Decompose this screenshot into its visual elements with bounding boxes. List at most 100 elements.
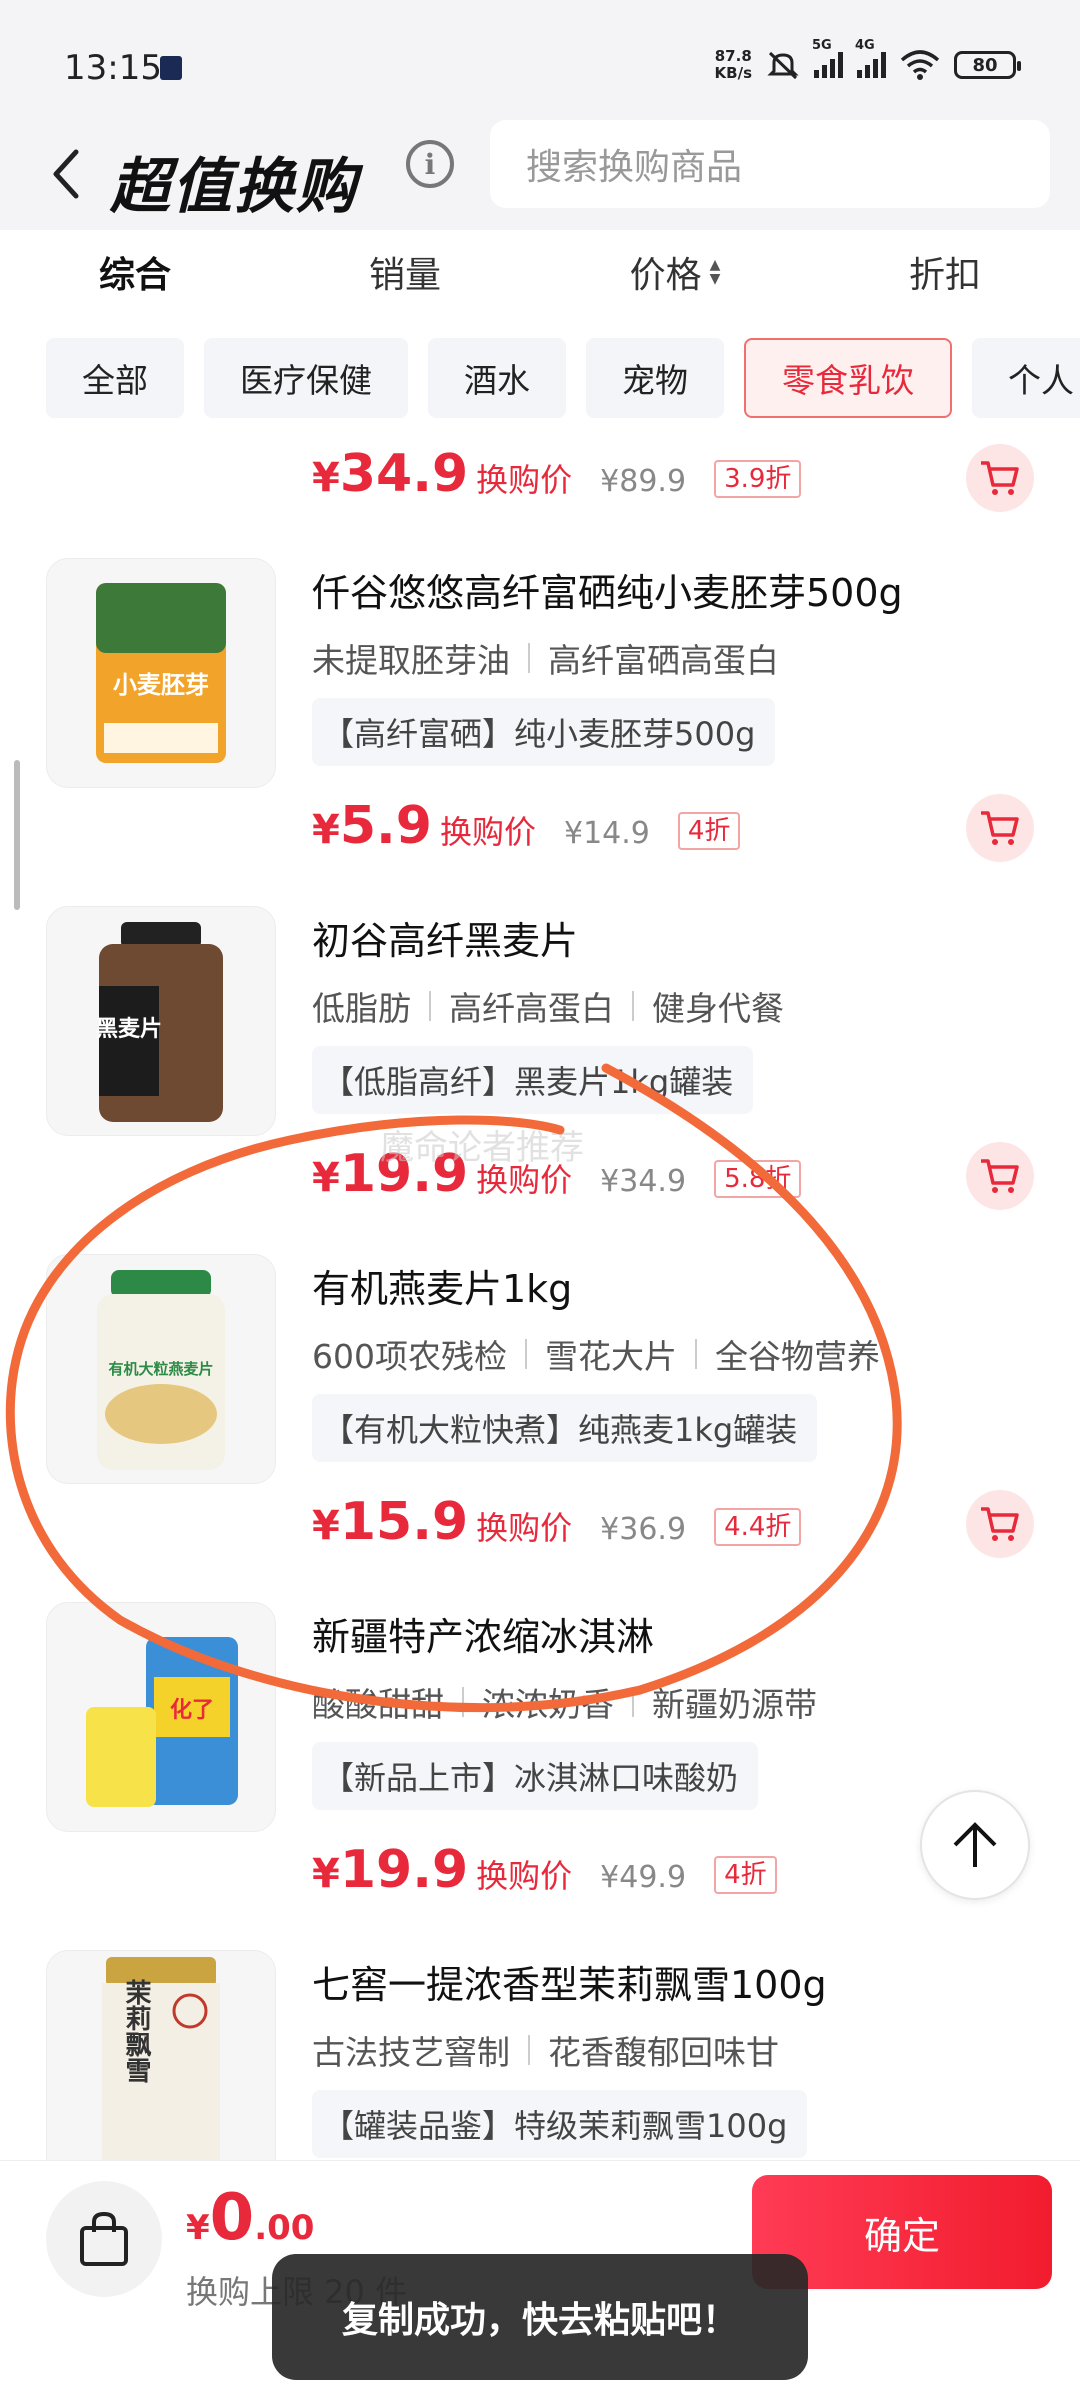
product-promo: 【新品上市】冰淇淋口味酸奶 (312, 1742, 759, 1810)
cart-icon (981, 811, 1019, 845)
product-tag: 高纤富硒高蛋白 (548, 641, 779, 680)
product-image-text: 小麦胚芽 (113, 671, 209, 699)
product-tag: 全谷物营养 (715, 1337, 880, 1376)
product-tag: 未提取胚芽油 (312, 641, 510, 680)
add-to-cart-button[interactable] (966, 444, 1034, 512)
original-price: ¥14.9 (563, 816, 650, 851)
signal-5g-label: 5G (812, 38, 832, 53)
list-item-partial: ¥ 34.9 换购价 ¥89.9 3.9折 (0, 430, 1080, 526)
product-promo: 【高纤富硒】纯小麦胚芽500g (312, 698, 776, 766)
add-to-cart-button[interactable] (966, 794, 1034, 862)
sort-toggle-icon: ▲ ▼ (709, 257, 721, 287)
shopping-bag-icon (80, 2211, 128, 2266)
signal-4g-label: 4G (855, 38, 875, 53)
product-tags: 古法技艺窨制 花香馥郁回味甘 (312, 2026, 779, 2074)
add-to-cart-button[interactable] (966, 1142, 1034, 1210)
page-title: 超值换购 (110, 152, 358, 222)
product-tag: 古法技艺窨制 (312, 2033, 510, 2072)
product-image: 黑麦片 (46, 906, 276, 1136)
category-chip-medical[interactable]: 医疗保健 (204, 338, 408, 418)
status-bar: 13:15 87.8 KB/s 5G 4G 80 (0, 0, 1080, 120)
status-time: 13:15 (64, 48, 162, 88)
price-symbol: ¥ (312, 807, 340, 853)
list-item[interactable]: 黑麦片 初谷高纤黑麦片 低脂肪 高纤高蛋白 健身代餐 【低脂高纤】黑麦片1kg罐装 … (0, 906, 1080, 1254)
discount-badge: 5.8折 (714, 1160, 802, 1198)
product-name: 新疆特产浓缩冰淇淋 (312, 1615, 655, 1659)
product-name: 七窖一提浓香型茉莉飘雪100g (312, 1963, 827, 2007)
exchange-price-label: 换购价 (439, 813, 536, 851)
category-chip-liquor[interactable]: 酒水 (428, 338, 566, 418)
add-to-cart-button[interactable] (966, 1490, 1034, 1558)
exchange-price: 5.9 (339, 796, 432, 856)
product-tag: 高纤高蛋白 (449, 989, 614, 1028)
cart-icon (981, 1159, 1019, 1193)
product-tag: 低脂肪 (312, 989, 411, 1028)
total-price-decimal: .00 (254, 2208, 315, 2248)
product-package-image: 茉莉飘雪 (102, 1957, 220, 2160)
category-chips: 全部 医疗保健 酒水 宠物 零食乳饮 个人 (0, 338, 1080, 422)
price-symbol: ¥ (312, 1503, 340, 1549)
back-to-top-button[interactable] (920, 1790, 1030, 1900)
watermark: 魔命论者推荐 (380, 1128, 584, 1168)
category-chip-personal[interactable]: 个人 (972, 338, 1080, 418)
product-tag: 健身代餐 (652, 989, 784, 1028)
category-chip-pet[interactable]: 宠物 (586, 338, 724, 418)
product-image: 化了 (46, 1602, 276, 1832)
list-item[interactable]: 有机大粒燕麦片 有机燕麦片1kg 600项农残检 雪花大片 全谷物营养 【有机大粒快… (0, 1254, 1080, 1602)
cart-icon (981, 461, 1019, 495)
list-item[interactable]: 小麦胚芽 仟谷悠悠高纤富硒纯小麦胚芽500g 未提取胚芽油 高纤富硒高蛋白 【高纤… (0, 558, 1080, 906)
sort-comprehensive[interactable]: 综合 (0, 230, 270, 314)
back-arrow-icon[interactable] (46, 144, 86, 204)
product-image-text: 黑麦片 (96, 1016, 162, 1042)
search-placeholder: 搜索换购商品 (526, 147, 743, 188)
exchange-price: 15.9 (339, 1492, 469, 1552)
network-speed: 87.8 KB/s (715, 48, 752, 82)
sort-label: 折扣 (908, 255, 981, 296)
status-indicators: 87.8 KB/s 5G 4G 80 (715, 38, 1021, 82)
category-chip-snacks[interactable]: 零食乳饮 (744, 338, 952, 418)
discount-badge: 3.9折 (714, 460, 802, 498)
info-icon[interactable]: i (406, 140, 454, 188)
list-item[interactable]: 化了 新疆特产浓缩冰淇淋 酸酸甜甜 浓浓奶香 新疆奶源带 【新品上市】冰淇淋口味酸奶… (0, 1602, 1080, 1950)
bag-icon[interactable] (46, 2181, 162, 2297)
scroll-indicator[interactable] (14, 760, 20, 910)
product-tag: 花香馥郁回味甘 (548, 2033, 779, 2072)
wifi-icon (900, 50, 940, 80)
product-tag: 新疆奶源带 (652, 1685, 817, 1724)
product-tag: 酸酸甜甜 (312, 1685, 444, 1724)
discount-badge: 4.4折 (714, 1508, 802, 1546)
product-tag: 600项农残检 (312, 1337, 507, 1376)
exchange-price: 34.9 (339, 444, 469, 504)
sort-price[interactable]: 价格 ▲ ▼ (540, 230, 810, 314)
mute-icon (767, 51, 799, 80)
discount-badge: 4折 (677, 812, 741, 850)
sort-label: 价格 (629, 255, 702, 296)
price-row: ¥ 34.9 换购价 ¥89.9 3.9折 (312, 444, 802, 514)
sort-sales[interactable]: 销量 (270, 230, 540, 314)
exchange-price-label: 换购价 (476, 1509, 573, 1547)
sort-label: 销量 (368, 255, 441, 296)
cart-icon (981, 1507, 1019, 1541)
price-symbol: ¥ (312, 1155, 340, 1201)
product-package-image: 黑麦片 (96, 922, 223, 1122)
product-image-text: 有机大粒燕麦片 (108, 1360, 213, 1378)
search-input[interactable]: 搜索换购商品 (490, 120, 1050, 208)
category-chip-all[interactable]: 全部 (46, 338, 184, 418)
product-image: 茉莉飘雪 (46, 1950, 276, 2160)
product-tags: 酸酸甜甜 浓浓奶香 新疆奶源带 (312, 1678, 817, 1726)
arrow-up-icon (953, 1822, 997, 1867)
network-speed-unit: KB/s (714, 64, 752, 82)
exchange-price: 19.9 (339, 1840, 469, 1900)
product-name: 初谷高纤黑麦片 (312, 919, 579, 963)
exchange-price-label: 换购价 (476, 1857, 573, 1895)
original-price: ¥49.9 (600, 1860, 687, 1895)
original-price: ¥89.9 (600, 464, 687, 499)
sort-bar: 综合 销量 价格 ▲ ▼ 折扣 (0, 230, 1080, 314)
product-name: 有机燕麦片1kg (312, 1267, 573, 1311)
original-price: ¥34.9 (600, 1164, 687, 1199)
list-item[interactable]: 茉莉飘雪 七窖一提浓香型茉莉飘雪100g 古法技艺窨制 花香馥郁回味甘 【罐装品鉴… (0, 1950, 1080, 2160)
signal-5g-icon: 5G (812, 38, 843, 78)
product-tags: 600项农残检 雪花大片 全谷物营养 (312, 1330, 880, 1378)
product-promo: 【低脂高纤】黑麦片1kg罐装 (312, 1046, 754, 1114)
sort-discount[interactable]: 折扣 (810, 230, 1080, 314)
